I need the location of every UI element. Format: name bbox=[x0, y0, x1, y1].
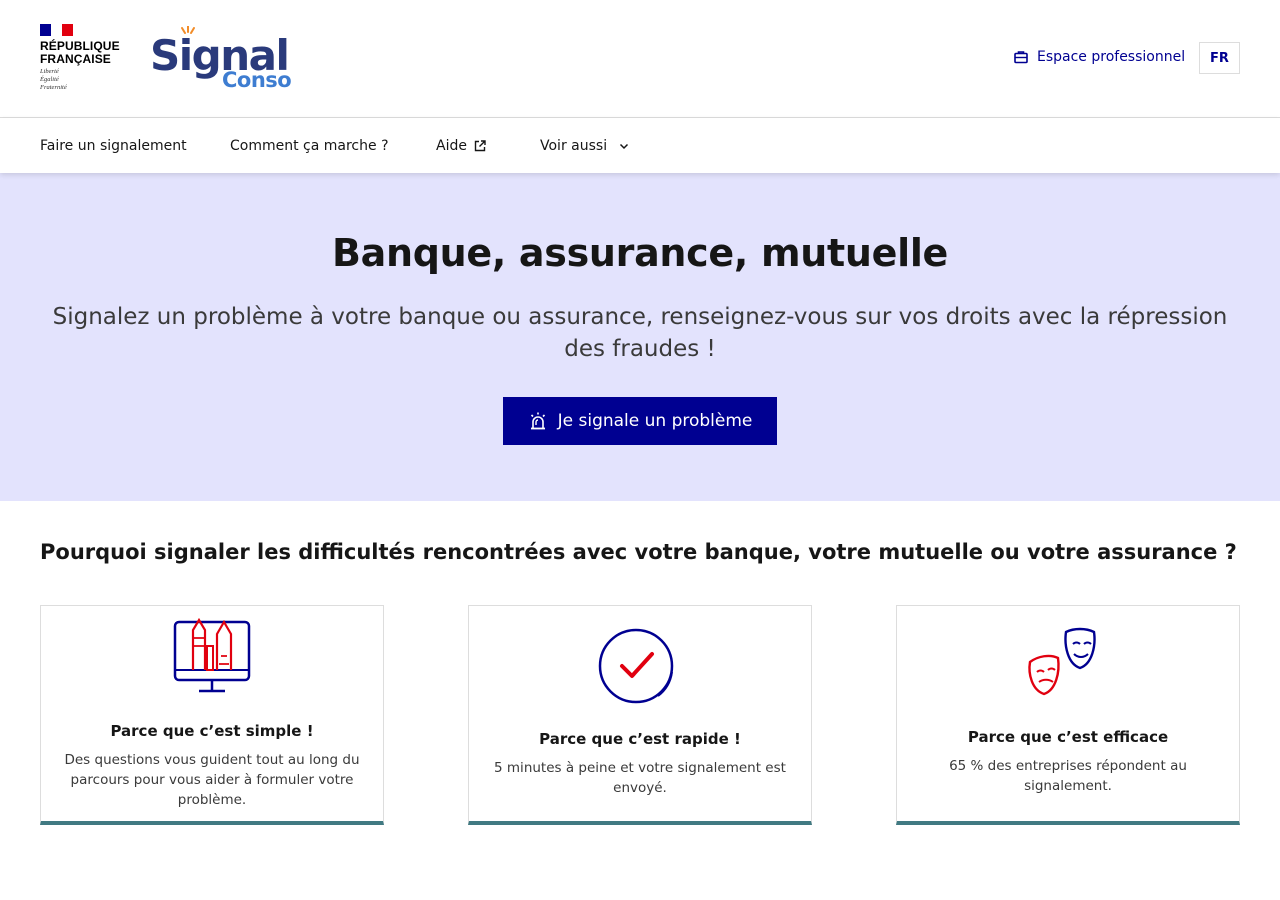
devise-egalite: Égalité bbox=[40, 76, 59, 83]
espace-professionnel-label: Espace professionnel bbox=[1037, 49, 1186, 65]
external-link-icon bbox=[474, 139, 486, 151]
card-title: Parce que c’est efficace bbox=[967, 728, 1169, 746]
card-text: 65 % des entreprises répondent au signal… bbox=[949, 758, 1187, 794]
espace-professionnel-link[interactable]: Espace professionnel bbox=[1013, 46, 1185, 68]
nav-item-faire-un-signalement[interactable]: Faire un signalement bbox=[40, 118, 187, 173]
language-button[interactable]: FR bbox=[1199, 42, 1240, 74]
card-text: 5 minutes à peine et votre signalement e… bbox=[494, 760, 786, 796]
section-title: Pourquoi signaler les difficultés rencon… bbox=[40, 540, 1237, 564]
card-title: Parce que c’est rapide ! bbox=[539, 730, 741, 748]
card-text: Des questions vous guident tout au long … bbox=[64, 752, 360, 808]
signalconso-logo[interactable]: Signal Conso bbox=[150, 26, 300, 94]
devise-fraternite: Fraternité bbox=[40, 84, 67, 91]
briefcase-icon bbox=[1014, 51, 1028, 64]
nav-item-label: Aide bbox=[436, 137, 467, 154]
nav-item-aide[interactable]: Aide bbox=[436, 118, 487, 173]
devise-liberte: Liberté bbox=[40, 68, 59, 75]
card-rapide: Parce que c’est rapide ! 5 minutes à pei… bbox=[468, 605, 812, 825]
page-title: Banque, assurance, mutuelle bbox=[331, 231, 949, 275]
site-header: RÉPUBLIQUE FRANÇAISE Liberté Égalité Fra… bbox=[0, 0, 1280, 118]
main-nav: Faire un signalement Comment ça marche ?… bbox=[0, 118, 1280, 173]
logo-spark-icon bbox=[181, 26, 195, 34]
card-title: Parce que c’est simple ! bbox=[110, 722, 314, 740]
signal-problem-label: Je signale un problème bbox=[557, 411, 753, 431]
rf-line2: FRANÇAISE bbox=[40, 52, 111, 66]
nav-item-label: Voir aussi bbox=[540, 137, 608, 154]
alarm-light-icon bbox=[530, 412, 545, 430]
nav-item-label: Faire un signalement bbox=[40, 137, 187, 154]
nav-item-voir-aussi[interactable]: Voir aussi bbox=[540, 118, 631, 173]
hero-subtitle: Signalez un problème à votre banque ou a… bbox=[52, 304, 1228, 362]
republique-francaise-logo[interactable]: RÉPUBLIQUE FRANÇAISE Liberté Égalité Fra… bbox=[40, 24, 130, 92]
card-efficace: Parce que c’est efficace 65 % des entrep… bbox=[896, 605, 1240, 825]
logo-conso-text: Conso bbox=[222, 68, 292, 92]
card-simple: Parce que c’est simple ! Des questions v… bbox=[40, 605, 384, 825]
tricolor-flag-icon bbox=[40, 24, 73, 36]
theater-masks-icon bbox=[897, 626, 1239, 706]
hero-banner: Banque, assurance, mutuelle Signalez un … bbox=[0, 173, 1280, 501]
signal-problem-button[interactable]: Je signale un problème bbox=[503, 397, 777, 445]
nav-item-comment-ca-marche[interactable]: Comment ça marche ? bbox=[230, 118, 389, 173]
chevron-down-icon bbox=[620, 143, 629, 149]
devise: Liberté Égalité Fraternité bbox=[40, 68, 130, 92]
nav-item-label: Comment ça marche ? bbox=[230, 137, 389, 154]
computer-icon bbox=[41, 616, 383, 696]
checkmark-icon bbox=[469, 626, 811, 706]
